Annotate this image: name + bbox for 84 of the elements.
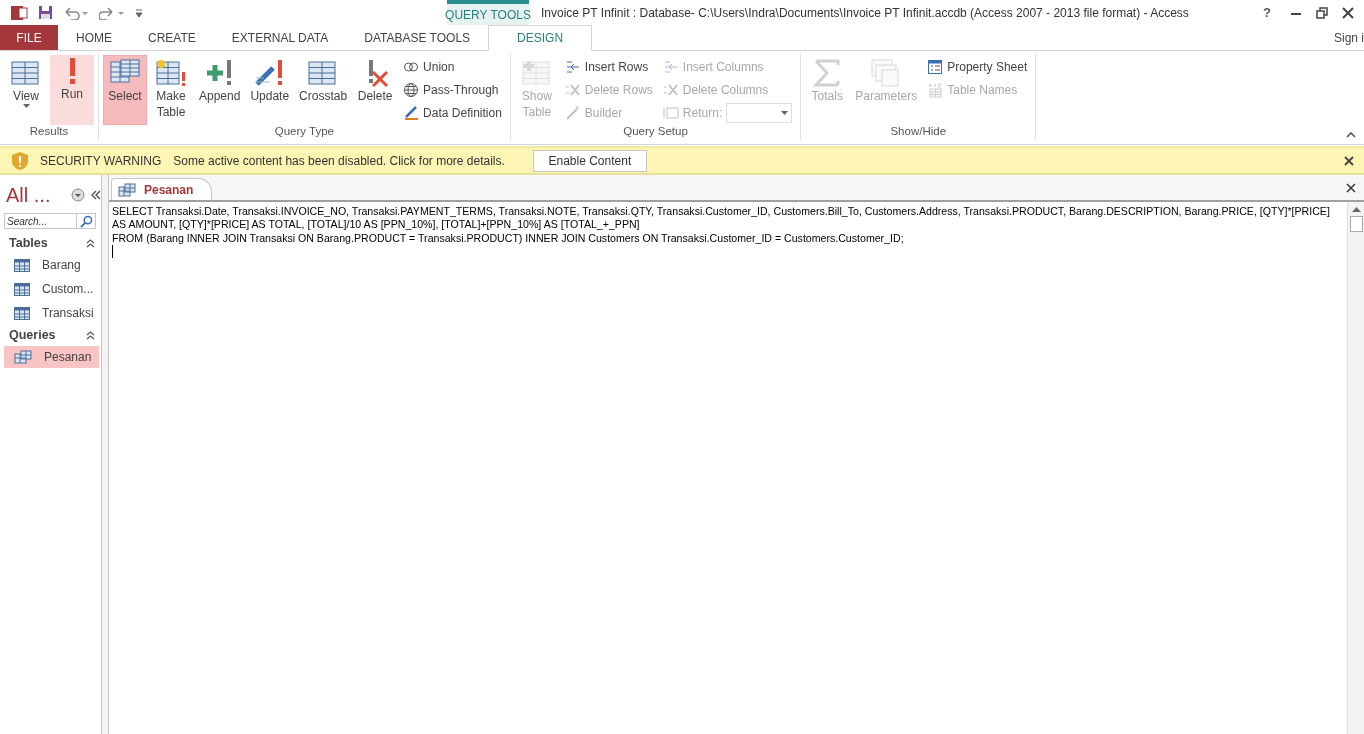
text-cursor [112, 244, 113, 258]
ruler-pencil-icon [403, 105, 420, 121]
group-label: Show/Hide [889, 125, 948, 139]
wand-icon [564, 105, 581, 121]
context-tab-label: QUERY TOOLS [447, 0, 529, 25]
sign-in-link[interactable]: Sign i [1333, 25, 1364, 50]
nav-pane-title[interactable]: All ... [4, 183, 65, 207]
ribbon-tab[interactable]: HOME [58, 25, 130, 50]
ribbon-button[interactable]: Data Definition [403, 103, 502, 123]
close-icon[interactable] [1346, 183, 1356, 193]
close-icon[interactable] [1342, 6, 1354, 19]
warning-heading: SECURITY WARNING [40, 153, 162, 168]
ribbon-button[interactable]: Pass-Through [403, 80, 502, 100]
table-icon [14, 282, 30, 296]
ribbon-tab[interactable]: EXTERNAL DATA [213, 25, 347, 50]
globe-icon [403, 82, 420, 98]
collapse-chevron-icon [86, 238, 95, 248]
scrollbar-thumb[interactable] [1349, 216, 1363, 232]
shield-warning-icon [10, 150, 30, 171]
delete-cross-icon [662, 82, 679, 98]
help-button[interactable]: ? [1258, 5, 1276, 20]
group-label: Query Setup [622, 125, 689, 139]
ribbon-button[interactable]: View [4, 55, 48, 125]
collapse-pane-icon[interactable] [91, 190, 101, 200]
delete-cross-icon [564, 82, 581, 98]
restore-icon[interactable] [1316, 6, 1328, 19]
undo-icon[interactable] [63, 5, 89, 20]
ribbon-button[interactable]: Update [246, 55, 294, 125]
ribbon-button[interactable]: Union [403, 57, 502, 77]
query-icon [118, 182, 136, 197]
table-plus-icon [520, 58, 553, 88]
search-icon [79, 214, 93, 228]
save-icon[interactable] [38, 5, 53, 20]
collapse-chevron-icon [86, 330, 95, 340]
nav-item[interactable]: Pesanan [4, 346, 99, 368]
window-title: Invoice PT Infinit : Database- C:\Users\Indra\Documents\Invoice PT Infinit.accdb (Access 2007 - 2013 file format) - Access [540, 4, 1190, 22]
sql-text-line: AS AMOUNT, [QTY]*[PRICE] AS TOTAL, [TOTAL]/10 AS [PPN_10%], [TOTAL]+[PPN_10%] AS [TOTAL_+_PPN] [112, 218, 641, 232]
table-icon [10, 58, 42, 88]
scroll-up-icon[interactable] [1351, 206, 1361, 212]
ribbon-button[interactable]: Run [50, 55, 94, 125]
search-button[interactable] [76, 213, 96, 229]
ribbon-tab[interactable]: DATABASE TOOLS [346, 25, 489, 50]
enable-content-button[interactable]: Enable Content [532, 149, 647, 172]
return-label: Return: [682, 106, 723, 120]
redo-icon[interactable] [99, 5, 125, 20]
nav-section-header[interactable]: Tables [4, 233, 101, 253]
ribbon-button[interactable]: Property Sheet [927, 57, 1028, 77]
group-label: Query Type [273, 125, 336, 139]
table-names-icon [927, 82, 944, 98]
ribbon-button[interactable]: Delete [353, 55, 398, 125]
exclamation-icon [69, 58, 75, 86]
document-tab[interactable]: Pesanan [111, 178, 213, 200]
rings-icon [403, 59, 420, 75]
insert-arrow-icon [564, 59, 581, 75]
ribbon-button[interactable]: Crosstab [295, 55, 352, 125]
nav-section-header[interactable]: Queries [4, 325, 101, 345]
ribbon-button[interactable]: Append [195, 55, 245, 125]
ribbon-button[interactable]: Insert Rows [564, 57, 653, 77]
close-icon[interactable] [1344, 155, 1354, 166]
nav-item[interactable]: Barang [4, 254, 99, 276]
ribbon-tab[interactable]: DESIGN [488, 25, 593, 51]
ribbon-button[interactable]: Make Table [149, 55, 193, 125]
return-icon [662, 105, 679, 121]
sql-text-line: SELECT Transaksi.Date, Transaksi.INVOICE_NO, Transaksi.PAYMENT_TERMS, Transaksi.NOTE, Transaksi.QTY, Transaksi.Customer_ID, Customers.Bill_To, Customers.Address, Transaksi.PRODUCT, Barang.DESCRIPTION, Barang.PRICE, [QTY]*[PRICE] [112, 205, 1331, 219]
ribbon-tab[interactable]: FILE [0, 25, 58, 50]
table-icon [14, 258, 30, 272]
customize-icon[interactable] [135, 7, 143, 18]
dropdown-circle-icon[interactable] [71, 188, 85, 202]
table-star-icon [155, 58, 187, 88]
group-label: Results [28, 125, 70, 139]
ribbon-button[interactable]: Select [103, 55, 147, 125]
property-sheet-icon [927, 59, 944, 75]
app-logo-icon [10, 3, 28, 22]
dropdown-arrow-icon [781, 111, 789, 115]
warning-message[interactable]: Some active content has been disabled. Click for more details. [173, 153, 505, 168]
query-icon [14, 350, 32, 364]
table-icon [14, 306, 30, 320]
nav-item[interactable]: Custom... [4, 278, 99, 300]
insert-arrow-icon [662, 59, 679, 75]
collapse-ribbon-icon[interactable] [1346, 132, 1356, 138]
search-field[interactable]: Search... [4, 213, 76, 229]
sql-text-line: FROM (Barang INNER JOIN Transaksi ON Barang.PRODUCT = Transaksi.PRODUCT) INNER JOIN Customers ON Transaksi.Customer_ID = Customers.Customer_ID; [112, 231, 905, 245]
ribbon-tab[interactable]: CREATE [130, 25, 214, 50]
nav-item[interactable]: Transaksi [4, 302, 99, 324]
